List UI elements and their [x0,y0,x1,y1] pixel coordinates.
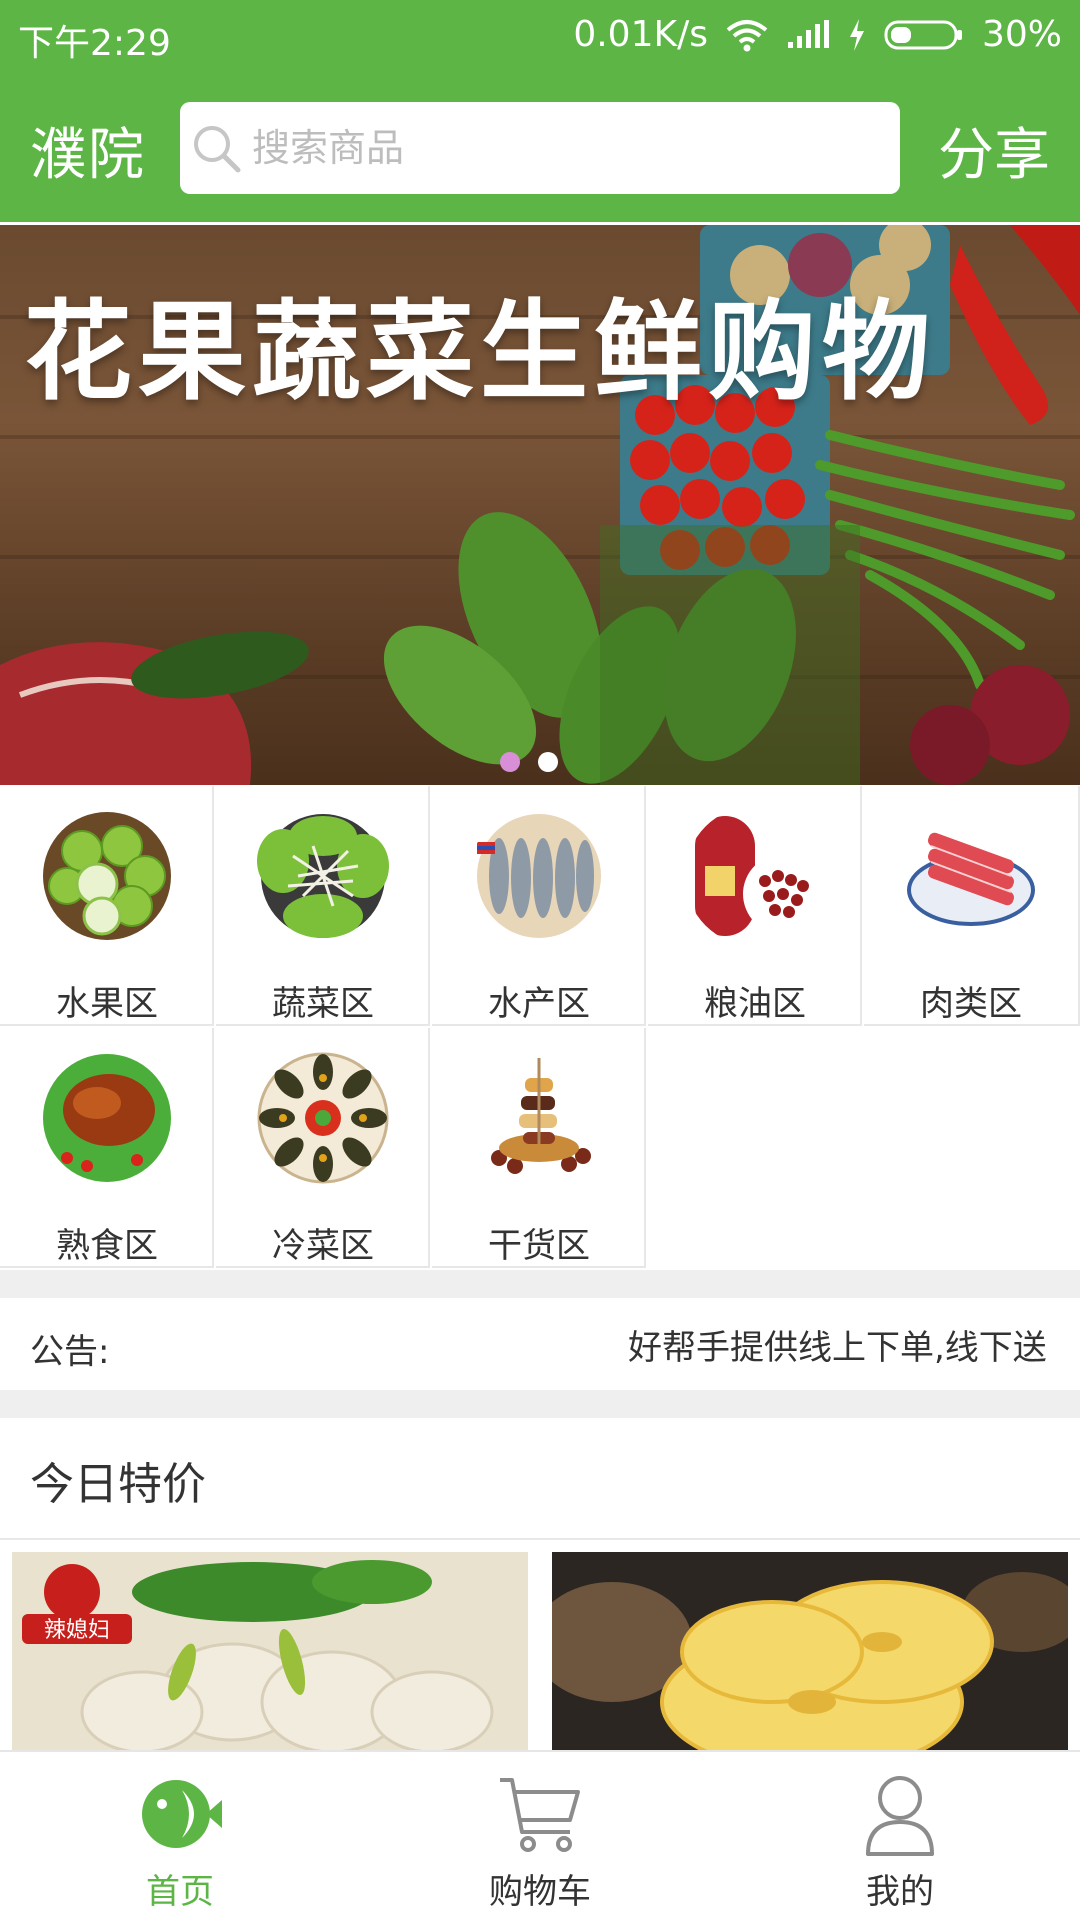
banner-pagination [500,752,558,772]
notice-marquee-text: 好帮手提供线上下单,线下送 [628,1328,1047,1368]
network-speed: 0.01K/s [573,14,708,55]
share-button[interactable]: 分享 [938,110,1050,191]
notice-label: 公告: [30,1332,110,1372]
category-label: 熟食区 [56,1226,158,1266]
section-divider [0,1270,1080,1298]
city-selector[interactable]: 濮院 [30,110,146,191]
charging-icon [849,18,864,51]
cart-icon [500,1778,580,1852]
category-label: 冷菜区 [272,1226,374,1266]
product-brand: 辣媳妇 [44,1618,110,1643]
category-label: 水果区 [56,984,158,1024]
pagination-dot-1[interactable] [500,752,520,772]
category-grain-oil[interactable]: 粮油区 [648,786,862,1026]
category-seafood[interactable]: 水产区 [432,786,646,1026]
battery-icon [884,20,962,49]
section-title-today-special: 今日特价 [30,1459,206,1510]
divider [0,1538,1080,1540]
nav-profile[interactable]: 我的 [720,1752,1080,1922]
category-label: 肉类区 [920,984,1022,1024]
home-fish-icon [142,1780,222,1848]
nav-home[interactable]: 首页 [0,1752,360,1922]
product-card-2[interactable] [552,1552,1068,1750]
user-icon [866,1776,934,1856]
status-time: 下午2:29 [18,23,171,64]
pagination-dot-2[interactable] [538,752,558,772]
category-cold-dish[interactable]: 冷菜区 [216,1028,430,1268]
category-dried-goods[interactable]: 干货区 [432,1028,646,1268]
banner-title: 花果蔬菜生鲜购物 [24,289,937,415]
nav-label-home: 首页 [146,1872,214,1912]
pineapple-image [552,1552,1068,1750]
category-label: 干货区 [488,1226,590,1266]
nav-label-profile: 我的 [866,1872,934,1912]
vegetable-salad-icon [257,814,389,938]
search-input[interactable] [250,125,874,171]
category-meat[interactable]: 肉类区 [864,786,1080,1026]
category-fruit[interactable]: 水果区 [0,786,214,1026]
app-bar: 濮院 分享 [0,96,1080,202]
roast-chicken-icon [43,1054,171,1182]
limes-icon [43,812,171,940]
preserved-egg-icon [257,1052,389,1184]
bottom-navigation: 首页 购物车 我的 [0,1750,1080,1922]
nav-cart[interactable]: 购物车 [360,1752,720,1922]
notice-bar[interactable]: 公告: 好帮手提供线上下单,线下送 [0,1298,1080,1390]
dried-food-icon [491,1058,591,1174]
category-vegetable[interactable]: 蔬菜区 [216,786,430,1026]
shrimp-icon [477,814,601,938]
nav-label-cart: 购物车 [489,1872,591,1912]
meat-icon [907,832,1035,926]
search-icon [194,126,241,173]
section-divider [0,1390,1080,1418]
category-cooked-food[interactable]: 熟食区 [0,1028,214,1268]
promo-banner[interactable]: 花果蔬菜生鲜购物 [0,225,1080,785]
pickled-chicken-feet-image: 辣媳妇 [12,1552,528,1750]
status-indicators: 0.01K/s 30% [573,14,1062,55]
battery-level: 30% [981,14,1062,55]
wifi-icon [726,19,768,51]
category-label: 水产区 [488,984,590,1024]
status-bar: 下午2:29 0.01K/s 30% [0,0,1080,76]
search-box[interactable] [180,102,900,194]
category-grid: 水果区 蔬菜区 水产区 粮油区 肉类区 熟食区 冷菜区 干货区 [0,786,1080,1270]
beans-icon [695,816,823,936]
category-label: 蔬菜区 [272,984,374,1024]
product-card-1[interactable]: 辣媳妇 [12,1552,528,1750]
category-label: 粮油区 [704,984,806,1024]
signal-icon [787,19,829,48]
